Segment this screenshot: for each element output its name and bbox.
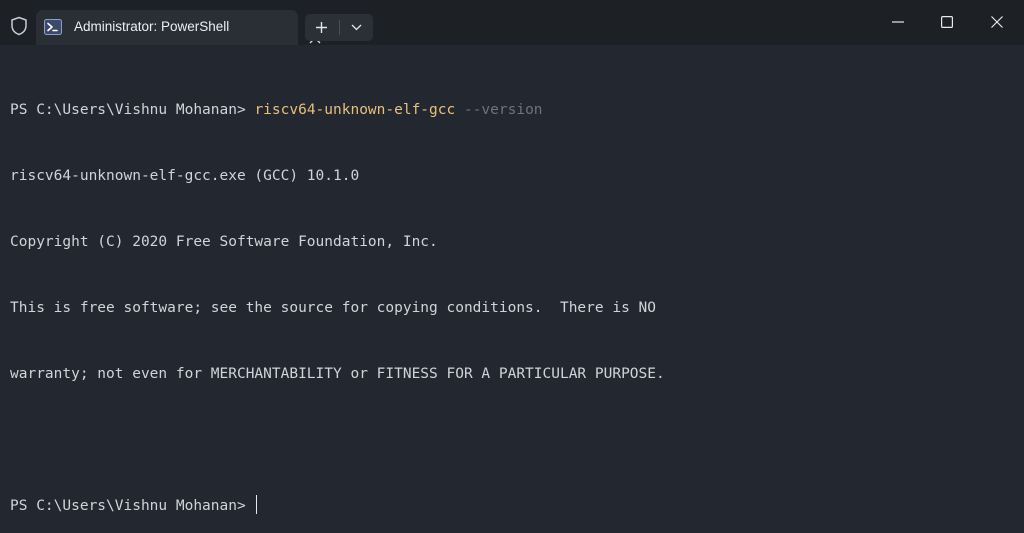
command-text: riscv64-unknown-elf-gcc <box>254 102 456 118</box>
input-line[interactable]: PS C:\Users\Vishnu Mohanan> <box>10 495 1014 517</box>
prompt: PS C:\Users\Vishnu Mohanan> <box>10 102 255 118</box>
prompt: PS C:\Users\Vishnu Mohanan> <box>10 498 255 514</box>
new-tab-group <box>305 14 373 41</box>
output-line: warranty; not even for MERCHANTABILITY o… <box>10 366 665 382</box>
title-bar: Administrator: PowerShell <box>0 0 1024 45</box>
chevron-down-icon <box>351 24 362 31</box>
command-line: PS C:\Users\Vishnu Mohanan> riscv64-unkn… <box>10 99 1014 121</box>
minimize-icon <box>892 21 904 23</box>
new-tab-button[interactable] <box>305 14 339 41</box>
output-line: This is free software; see the source fo… <box>10 300 657 316</box>
maximize-button[interactable] <box>924 7 970 37</box>
shield-icon <box>8 15 30 37</box>
close-icon <box>991 16 1003 28</box>
output-line: Copyright (C) 2020 Free Software Foundat… <box>10 234 438 250</box>
text-cursor <box>256 495 258 514</box>
close-window-button[interactable] <box>974 7 1020 37</box>
maximize-icon <box>941 16 953 28</box>
terminal-output[interactable]: PS C:\Users\Vishnu Mohanan> riscv64-unkn… <box>10 55 1014 533</box>
tab-powershell[interactable]: Administrator: PowerShell <box>36 10 321 45</box>
tab-title: Administrator: PowerShell <box>74 19 230 34</box>
minimize-button[interactable] <box>875 7 921 37</box>
terminal-window: Administrator: PowerShell PS C:\Users\Vi… <box>0 0 1024 533</box>
powershell-icon <box>44 19 62 35</box>
tab-dropdown-button[interactable] <box>339 14 373 41</box>
command-argument: --version <box>455 102 543 118</box>
plus-icon <box>316 22 328 33</box>
output-line: riscv64-unknown-elf-gcc.exe (GCC) 10.1.0 <box>10 168 360 184</box>
